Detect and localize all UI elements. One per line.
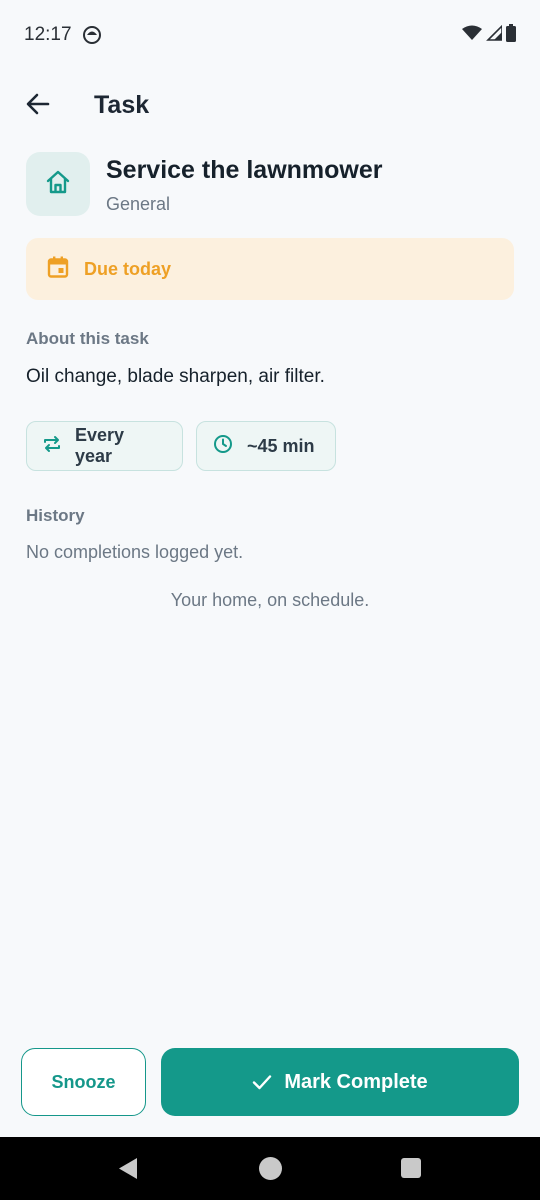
notification-icon xyxy=(82,25,102,45)
nav-recents-icon[interactable] xyxy=(401,1158,421,1178)
calendar-icon xyxy=(46,255,70,284)
status-time: 12:17 xyxy=(24,24,72,45)
history-section-label: History xyxy=(26,506,85,525)
snooze-button-label: Snooze xyxy=(51,1071,116,1092)
due-banner: Due today xyxy=(26,238,514,300)
home-icon xyxy=(45,169,71,200)
task-header: Service the lawnmower General xyxy=(26,152,516,216)
system-nav-bar xyxy=(0,1137,540,1200)
tagline: Your home, on schedule. xyxy=(170,590,370,610)
task-description: Oil change, blade sharpen, air filter. xyxy=(26,366,325,387)
nav-back-icon[interactable] xyxy=(118,1157,138,1185)
task-category: General xyxy=(106,194,171,214)
nav-home-icon[interactable] xyxy=(259,1157,282,1180)
app-bar: Task xyxy=(0,80,540,132)
due-label: Due today xyxy=(84,258,172,279)
check-icon xyxy=(252,1074,272,1090)
about-section-label: About this task xyxy=(26,329,149,348)
snooze-button[interactable]: Snooze xyxy=(21,1048,146,1116)
frequency-label: Every year xyxy=(75,425,125,466)
duration-label: ~45 min xyxy=(247,435,315,456)
back-button[interactable] xyxy=(18,86,58,126)
clock-icon xyxy=(213,434,233,459)
battery-icon xyxy=(506,24,516,47)
page-title: Task xyxy=(94,91,150,119)
signal-icon xyxy=(486,24,503,46)
wifi-icon xyxy=(462,25,482,46)
category-icon-tile xyxy=(26,152,90,216)
status-icons xyxy=(462,24,516,47)
history-empty-text: No completions logged yet. xyxy=(26,542,244,562)
status-bar: 12:17 xyxy=(0,0,540,70)
repeat-icon xyxy=(43,435,61,458)
arrow-back-icon xyxy=(25,91,51,122)
task-title: Service the lawnmower xyxy=(106,156,383,184)
frequency-chip: Every year xyxy=(26,421,183,471)
duration-chip: ~45 min xyxy=(196,421,336,471)
mark-complete-button[interactable]: Mark Complete xyxy=(161,1048,519,1116)
mark-complete-label: Mark Complete xyxy=(284,1070,428,1093)
